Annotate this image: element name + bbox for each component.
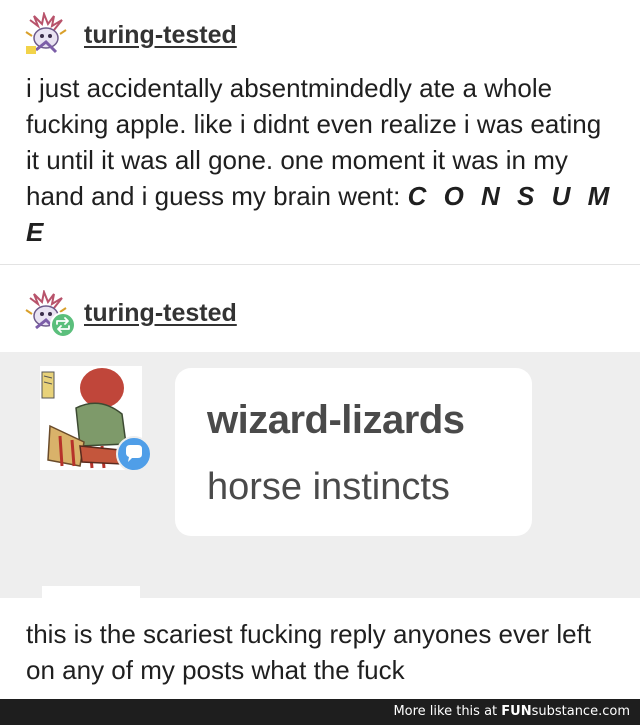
reply-username[interactable]: wizard-lizards	[207, 398, 465, 443]
watermark-text[interactable]: More like this at FUNsubstance.com	[393, 704, 630, 719]
avatar-illustration-icon	[22, 10, 70, 58]
post-username-link[interactable]: turing-tested	[84, 21, 237, 50]
reblog-comment: this is the scariest fucking reply anyon…	[26, 619, 592, 685]
watermark-brand-rest: substance	[531, 704, 599, 719]
watermark-bar: More like this at FUNsubstance.com	[0, 699, 640, 725]
reblog-icon	[50, 312, 76, 338]
avatar[interactable]	[22, 288, 76, 338]
watermark-suffix: .com	[598, 704, 630, 719]
reply-avatar	[40, 366, 152, 476]
post-body: i just accidentally absentmindedly ate a…	[26, 70, 616, 250]
post-header: turing-tested	[22, 10, 237, 58]
reblog-username-link[interactable]: turing-tested	[84, 299, 237, 328]
avatar[interactable]	[22, 10, 70, 58]
watermark-prefix: More like this at	[393, 704, 502, 719]
next-reply-avatar-stub	[42, 586, 140, 598]
speech-bubble-icon	[116, 436, 152, 472]
reblog-header: turing-tested	[22, 288, 237, 338]
watermark-brand-bold: FUN	[501, 704, 532, 719]
post-divider	[0, 264, 640, 265]
reply-card: wizard-lizards horse instincts	[175, 368, 532, 536]
reply-text: horse instincts	[207, 466, 450, 508]
